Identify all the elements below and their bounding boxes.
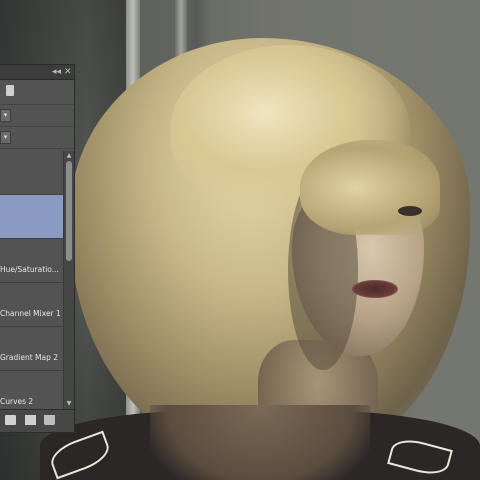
new-layer-icon[interactable]	[25, 415, 36, 425]
layer-row[interactable]: Channel Mixer 1	[0, 283, 63, 327]
neckline	[150, 405, 370, 480]
layer-row[interactable]	[0, 151, 63, 195]
layer-row[interactable]: Gradient Map 2	[0, 327, 63, 371]
layer-row[interactable]: Hue/Saturatio...	[0, 239, 63, 283]
scroll-up-icon[interactable]: ▲	[65, 152, 73, 160]
layer-list: Hue/Saturatio... Channel Mixer 1 Gradien…	[0, 151, 63, 415]
panel-bottom-toolbar	[0, 409, 74, 432]
blend-mode-dropdown[interactable]: ▾	[0, 109, 11, 122]
blend-mode-row: ▾	[0, 105, 74, 127]
layer-list-scrollbar[interactable]: ▲ ▼	[63, 151, 74, 409]
adjustments-icon[interactable]	[6, 85, 14, 96]
layer-row-selected[interactable]	[0, 195, 63, 239]
layer-name: Channel Mixer 1	[0, 309, 61, 318]
layer-name: Hue/Saturatio...	[0, 265, 59, 274]
eye	[398, 206, 422, 216]
scroll-down-icon[interactable]: ▼	[65, 400, 73, 408]
layer-name: Curves 2	[0, 397, 34, 406]
layer-name: Gradient Map 2	[0, 353, 59, 362]
opacity-dropdown[interactable]: ▾	[0, 131, 11, 144]
opacity-row: ▾	[0, 127, 74, 149]
scroll-thumb[interactable]	[66, 161, 72, 261]
lips	[352, 280, 398, 298]
collapse-icon[interactable]: ◂◂	[52, 66, 61, 78]
close-icon[interactable]: ✕	[64, 66, 72, 78]
panel-title-bar: ◂◂ ✕	[0, 65, 74, 80]
hair-bangs	[300, 140, 440, 235]
folder-icon[interactable]	[5, 415, 16, 425]
layers-panel: ◂◂ ✕ ▾ ▾ Hue/Saturatio... Channel Mixer …	[0, 64, 75, 433]
trash-icon[interactable]	[44, 415, 55, 425]
panel-tab-row	[0, 80, 74, 105]
